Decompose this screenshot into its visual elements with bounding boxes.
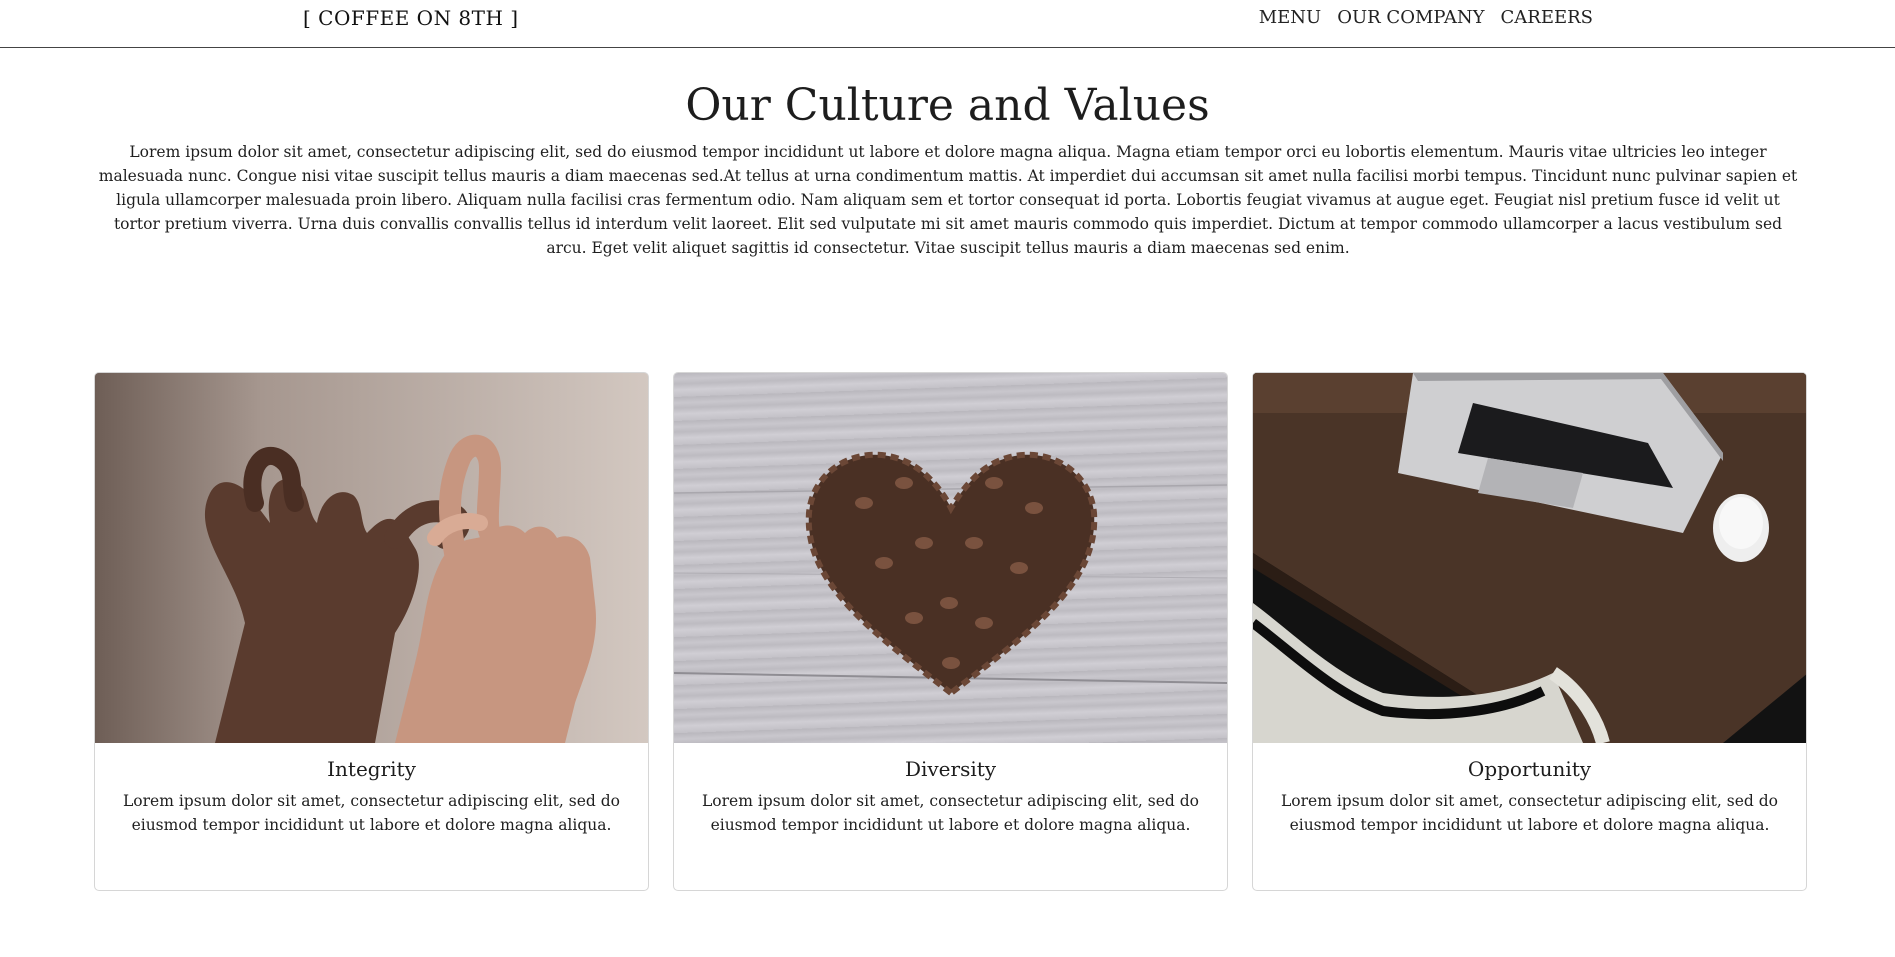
pinky-promise-hands-image	[95, 373, 648, 743]
values-cards: Integrity Lorem ipsum dolor sit amet, co…	[94, 372, 1809, 891]
brand-logo-link[interactable]: [ COFFEE ON 8TH ]	[303, 6, 519, 30]
card-text: Lorem ipsum dolor sit amet, consectetur …	[702, 792, 1199, 834]
card-body: Integrity Lorem ipsum dolor sit amet, co…	[95, 743, 648, 837]
hands-illustration	[95, 373, 648, 743]
card-text: Lorem ipsum dolor sit amet, consectetur …	[123, 792, 620, 834]
nav-link-careers[interactable]: CAREERS	[1501, 7, 1594, 28]
card-body: Diversity Lorem ipsum dolor sit amet, co…	[674, 743, 1227, 837]
nav-link-our-company[interactable]: OUR COMPANY	[1337, 7, 1484, 28]
intro-paragraph: Lorem ipsum dolor sit amet, consectetur …	[98, 143, 1798, 257]
card-title: Opportunity	[1467, 757, 1592, 781]
heart-illustration	[674, 451, 1227, 697]
nav-links: MENU OUR COMPANY CAREERS	[1259, 7, 1593, 28]
laptop-desk-image	[1253, 373, 1806, 743]
card-opportunity: Opportunity Lorem ipsum dolor sit amet, …	[1252, 372, 1807, 891]
nav-link-menu[interactable]: MENU	[1259, 7, 1322, 28]
card-title: Diversity	[904, 757, 997, 781]
card-title: Integrity	[327, 757, 416, 781]
card-body: Opportunity Lorem ipsum dolor sit amet, …	[1253, 743, 1806, 837]
card-diversity: Diversity Lorem ipsum dolor sit amet, co…	[673, 372, 1228, 891]
card-integrity: Integrity Lorem ipsum dolor sit amet, co…	[94, 372, 649, 891]
coffee-bean-heart-image	[674, 373, 1227, 743]
page-title: Our Culture and Values	[685, 80, 1210, 131]
top-navbar: [ COFFEE ON 8TH ] MENU OUR COMPANY CAREE…	[0, 0, 1895, 48]
card-text: Lorem ipsum dolor sit amet, consectetur …	[1281, 792, 1778, 834]
desk-illustration	[1253, 373, 1806, 743]
